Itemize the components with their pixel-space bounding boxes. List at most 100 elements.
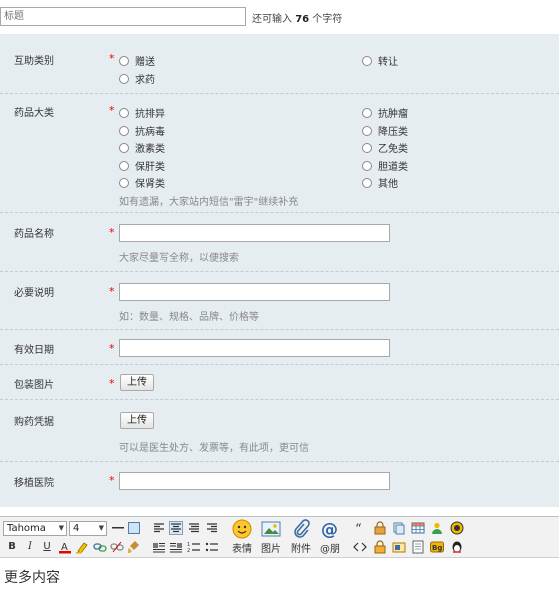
purchase-proof-upload-button[interactable]: 上传 <box>120 412 154 429</box>
row-package-image: 包装图片 * 上传 <box>0 365 559 400</box>
user-share-button[interactable] <box>430 521 444 535</box>
expiry-date-input[interactable] <box>119 339 390 357</box>
table-button[interactable] <box>411 521 425 535</box>
quote-button[interactable]: “ <box>353 521 367 537</box>
drug-category-label: 药品大类 <box>14 108 54 119</box>
radio-circle-icon <box>119 107 129 118</box>
page-break-button[interactable] <box>411 540 425 554</box>
document-stack-icon <box>393 522 405 535</box>
required-mark: * <box>109 377 115 390</box>
radio-gift[interactable]: 赠送 <box>119 53 155 68</box>
svg-text:“: “ <box>355 522 362 535</box>
svg-text:Bg: Bg <box>432 544 442 552</box>
free-content-button[interactable] <box>392 521 406 535</box>
row-drug-category: 药品大类 * 抗排异 抗病毒 激素类 保肝类 保肾类 抗肿瘤 降压类 乙免类 胆… <box>0 94 559 213</box>
clear-format-button[interactable] <box>127 540 141 554</box>
float-right-button[interactable] <box>169 540 183 554</box>
purchase-proof-label: 购药凭据 <box>14 417 54 428</box>
italic-button[interactable]: I <box>23 540 37 554</box>
bold-button[interactable]: B <box>5 540 19 554</box>
qq-button[interactable] <box>450 540 464 554</box>
background-color-button[interactable] <box>127 521 141 535</box>
hide-content-button[interactable] <box>373 521 387 535</box>
drug-name-input[interactable] <box>119 224 390 242</box>
radio-label: 保肝类 <box>135 162 165 173</box>
radio-drug-category[interactable]: 胆道类 <box>362 158 408 173</box>
package-image-upload-button[interactable]: 上传 <box>120 374 154 391</box>
at-sign-icon: @ <box>321 520 338 539</box>
user-icon <box>432 522 442 534</box>
radio-circle-icon <box>119 125 129 136</box>
radio-drug-category[interactable]: 保肾类 <box>119 175 165 190</box>
radio-label: 其他 <box>378 179 398 190</box>
attachment-button[interactable]: 附件 <box>288 519 314 555</box>
row-drug-name: 药品名称 * 大家尽量写全称，以便搜索 <box>0 213 559 272</box>
radio-circle-icon <box>119 55 129 66</box>
radio-circle-icon <box>362 125 372 136</box>
radio-drug-category[interactable]: 乙免类 <box>362 140 408 155</box>
radio-circle-icon <box>362 177 372 188</box>
image-button[interactable]: 图片 <box>258 519 284 555</box>
highlight-marker-icon <box>76 542 88 554</box>
mention-button-label: @朋 <box>320 544 340 555</box>
required-note-label: 必要说明 <box>14 288 54 299</box>
radio-label: 抗肿瘤 <box>378 109 408 120</box>
float-right-icon <box>170 542 182 553</box>
radio-request[interactable]: 求药 <box>119 71 155 86</box>
media-button[interactable] <box>392 540 406 554</box>
radio-drug-category[interactable]: 抗排异 <box>119 105 165 120</box>
aim-button[interactable] <box>450 521 464 535</box>
horizontal-rule-button[interactable] <box>111 521 125 535</box>
text-color-button[interactable]: A <box>58 540 72 554</box>
radio-drug-category[interactable]: 降压类 <box>362 123 408 138</box>
radio-drug-category[interactable]: 其他 <box>362 175 398 190</box>
radio-drug-category[interactable]: 抗病毒 <box>119 123 165 138</box>
link-icon <box>93 543 107 552</box>
required-mark: * <box>109 342 115 355</box>
align-right-button[interactable] <box>187 521 201 535</box>
radio-drug-category[interactable]: 激素类 <box>119 140 165 155</box>
background-image-button[interactable]: Bg <box>430 540 444 554</box>
editor-content-area[interactable]: 更多内容 <box>0 559 559 600</box>
hospital-input[interactable] <box>119 472 390 490</box>
font-family-value: Tahoma <box>7 523 46 534</box>
mention-button[interactable]: @ @朋 <box>317 519 343 555</box>
ordered-list-button[interactable]: 12 <box>187 540 201 554</box>
title-input[interactable] <box>0 7 246 26</box>
float-left-button[interactable] <box>152 540 166 554</box>
penguin-icon <box>452 541 462 553</box>
title-hint-prefix: 还可输入 <box>252 14 292 25</box>
justify-button[interactable] <box>205 521 219 535</box>
radio-label: 抗排异 <box>135 109 165 120</box>
insert-link-button[interactable] <box>93 540 107 554</box>
underline-button[interactable]: U <box>40 540 54 554</box>
title-hint-suffix: 个字符 <box>312 14 343 25</box>
image-button-label: 图片 <box>261 544 281 555</box>
align-left-button[interactable] <box>152 521 166 535</box>
chevron-down-icon: ▼ <box>98 524 104 532</box>
radio-drug-category[interactable]: 保肝类 <box>119 158 165 173</box>
unordered-list-button[interactable] <box>205 540 219 554</box>
highlight-button[interactable] <box>75 540 89 554</box>
emoji-button[interactable]: 表情 <box>229 519 255 555</box>
font-family-select[interactable]: Tahoma ▼ <box>3 521 67 536</box>
title-row: 还可输入 76 个字符 <box>0 6 559 28</box>
password-button[interactable] <box>373 540 387 554</box>
paperclip-icon <box>294 519 310 538</box>
radio-label: 降压类 <box>378 127 408 138</box>
align-left-icon <box>154 523 164 533</box>
required-mark: * <box>109 104 115 117</box>
align-center-button[interactable] <box>169 521 183 535</box>
code-button[interactable] <box>353 540 367 554</box>
radio-drug-category[interactable]: 抗肿瘤 <box>362 105 408 120</box>
required-note-tip: 如：数量、规格、品牌、价格等 <box>119 312 259 323</box>
font-size-select[interactable]: 4 ▼ <box>69 521 107 536</box>
post-form: 互助类别 * 赠送 求药 转让 药品大类 * 抗排异 抗病毒 激素类 保肝类 保… <box>0 34 559 507</box>
radio-transfer[interactable]: 转让 <box>362 53 398 68</box>
unlink-button[interactable] <box>110 540 124 554</box>
lock-icon <box>374 521 386 535</box>
quote-icon: “ <box>355 522 362 537</box>
radio-label: 抗病毒 <box>135 127 165 138</box>
horizontal-rule-icon <box>112 527 124 529</box>
required-note-input[interactable] <box>119 283 390 301</box>
